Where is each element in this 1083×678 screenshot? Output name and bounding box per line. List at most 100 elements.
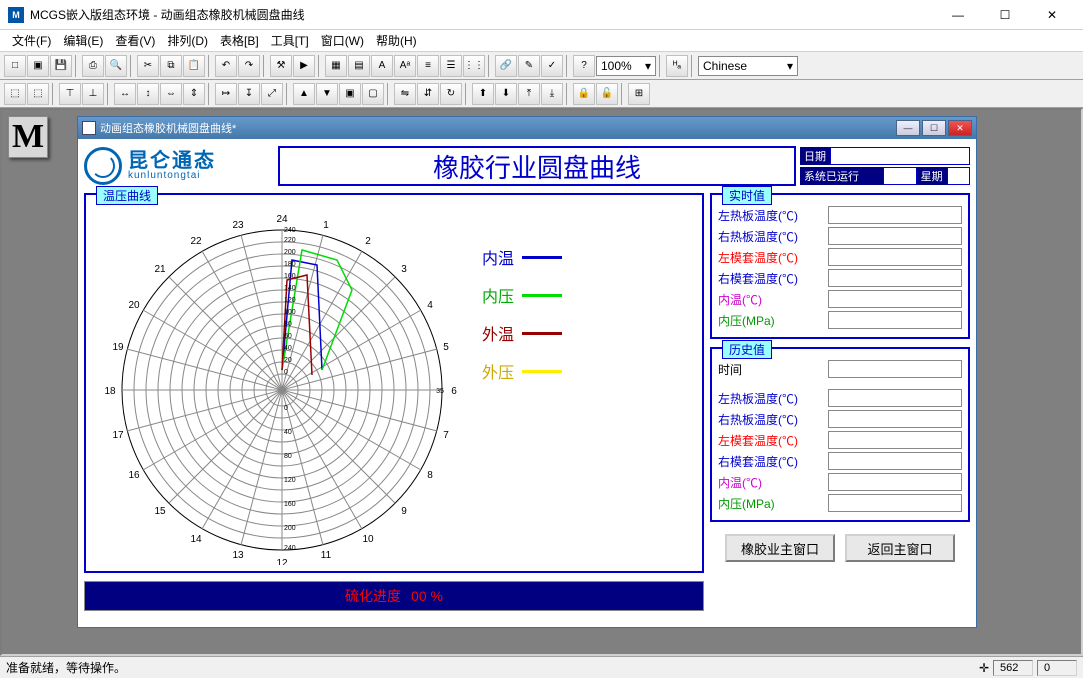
maximize-button[interactable]: ☐ (982, 1, 1028, 29)
hist-time-val[interactable] (828, 360, 962, 378)
svg-text:200: 200 (284, 525, 296, 532)
chart-legend: 内温 内压 外温 外压 (472, 205, 592, 565)
tool-open-icon[interactable]: ▣ (27, 55, 49, 77)
menu-window[interactable]: 窗口(W) (315, 32, 370, 49)
statusbar: 准备就绪，等待操作。 ✛ 562 0 (0, 656, 1083, 678)
layer-bottom-icon[interactable]: ⤓ (541, 83, 563, 105)
zoom-select[interactable]: 100%▾ (596, 56, 656, 76)
runtime-value (883, 167, 917, 185)
svg-text:6: 6 (451, 386, 457, 397)
menu-edit[interactable]: 编辑(E) (57, 32, 109, 49)
rt-val-5 (828, 311, 962, 329)
close-button[interactable]: ✕ (1029, 1, 1075, 29)
svg-text:0: 0 (284, 369, 288, 376)
menu-arrange[interactable]: 排列(D) (161, 32, 214, 49)
svg-text:15: 15 (154, 506, 166, 517)
svg-text:20: 20 (284, 357, 292, 364)
align-left-icon[interactable]: ⬚ (4, 83, 26, 105)
legend-outer-temp: 外温 (482, 321, 514, 345)
rotate-icon[interactable]: ↻ (440, 83, 462, 105)
tool-align-icon[interactable]: ≡ (417, 55, 439, 77)
hist-val-1 (828, 410, 962, 428)
hist-val-4 (828, 473, 962, 491)
svg-text:23: 23 (232, 220, 244, 231)
legend-inner-temp: 内温 (482, 245, 514, 269)
center-h-icon[interactable]: ⇔ (160, 83, 182, 105)
tool-help-icon[interactable]: ? (573, 55, 595, 77)
tool-cut-icon[interactable]: ✂ (137, 55, 159, 77)
tool-copy-icon[interactable]: ⧉ (160, 55, 182, 77)
child-maximize-button[interactable]: ☐ (922, 120, 946, 136)
menu-table[interactable]: 表格[B] (214, 32, 265, 49)
child-close-button[interactable]: ✕ (948, 120, 972, 136)
svg-text:16: 16 (128, 470, 140, 481)
hist-label-1: 右热板温度(℃) (718, 411, 828, 428)
menu-help[interactable]: 帮助(H) (370, 32, 423, 49)
tool-list-icon[interactable]: ☰ (440, 55, 462, 77)
snap-grid-icon[interactable]: ⊞ (628, 83, 650, 105)
tool-new-icon[interactable]: □ (4, 55, 26, 77)
layer-top-icon[interactable]: ⤒ (518, 83, 540, 105)
realtime-groupbox: 实时值 左热板温度(℃) 右热板温度(℃) 左模套温度(℃) 右模套温度(℃) … (710, 193, 970, 339)
svg-text:60: 60 (284, 333, 292, 340)
tool-undo-icon[interactable]: ↶ (215, 55, 237, 77)
tool-find-icon[interactable]: 🔍 (105, 55, 127, 77)
bring-front-icon[interactable]: ▲ (293, 83, 315, 105)
tool-config-icon[interactable]: ⚒ (270, 55, 292, 77)
tool-text-icon[interactable]: A (371, 55, 393, 77)
child-minimize-button[interactable]: — (896, 120, 920, 136)
tool-paste-icon[interactable]: 📋 (183, 55, 205, 77)
distribute-v-icon[interactable]: ↕ (137, 83, 159, 105)
tool-font-icon[interactable]: Aᵃ (394, 55, 416, 77)
send-back-icon[interactable]: ▼ (316, 83, 338, 105)
size-both-icon[interactable]: ⤢ (261, 83, 283, 105)
svg-text:4: 4 (427, 300, 433, 311)
minimize-button[interactable]: — (935, 1, 981, 29)
size-h-icon[interactable]: ↧ (238, 83, 260, 105)
svg-text:40: 40 (284, 345, 292, 352)
child-icon (82, 121, 96, 135)
layer-up-icon[interactable]: ⬆ (472, 83, 494, 105)
language-select[interactable]: Chinese▾ (698, 56, 798, 76)
tool-dots-icon[interactable]: ⋮⋮ (463, 55, 485, 77)
svg-text:21: 21 (154, 264, 166, 275)
tool-script-icon[interactable]: ✎ (518, 55, 540, 77)
toolbar-main: □ ▣ 💾 ⎙ 🔍 ✂ ⧉ 📋 ↶ ↷ ⚒ ▶ ▦ ▤ A Aᵃ ≡ ☰ ⋮⋮ … (0, 52, 1083, 80)
flip-v-icon[interactable]: ⇵ (417, 83, 439, 105)
tool-redo-icon[interactable]: ↷ (238, 55, 260, 77)
tool-lang-icon[interactable]: ᴴₐ (666, 55, 688, 77)
tool-run-icon[interactable]: ▶ (293, 55, 315, 77)
ungroup-icon[interactable]: ▢ (362, 83, 384, 105)
align-right-icon[interactable]: ⬚ (27, 83, 49, 105)
align-top-icon[interactable]: ⊤ (59, 83, 81, 105)
rubber-window-button[interactable]: 橡胶业主窗口 (725, 534, 835, 562)
return-main-button[interactable]: 返回主窗口 (845, 534, 955, 562)
child-titlebar[interactable]: 动画组态橡胶机械圆盘曲线* — ☐ ✕ (78, 117, 976, 139)
center-v-icon[interactable]: ⇕ (183, 83, 205, 105)
tool-link-icon[interactable]: 🔗 (495, 55, 517, 77)
tool-save-icon[interactable]: 💾 (50, 55, 72, 77)
svg-text:17: 17 (112, 430, 124, 441)
logo-swirl-icon (84, 147, 122, 185)
legend-inner-press: 内压 (482, 283, 514, 307)
toolbar-layout: ⬚ ⬚ ⊤ ⊥ ↔ ↕ ⇔ ⇕ ↦ ↧ ⤢ ▲ ▼ ▣ ▢ ⇋ ⇵ ↻ ⬆ ⬇ … (0, 80, 1083, 108)
tool-grid-icon[interactable]: ▤ (348, 55, 370, 77)
unlock-icon[interactable]: 🔓 (596, 83, 618, 105)
svg-text:80: 80 (284, 321, 292, 328)
menu-view[interactable]: 查看(V) (109, 32, 161, 49)
tool-print-icon[interactable]: ⎙ (82, 55, 104, 77)
align-bottom-icon[interactable]: ⊥ (82, 83, 104, 105)
group-icon[interactable]: ▣ (339, 83, 361, 105)
flip-h-icon[interactable]: ⇋ (394, 83, 416, 105)
distribute-h-icon[interactable]: ↔ (114, 83, 136, 105)
lock-icon[interactable]: 🔒 (573, 83, 595, 105)
tool-db-icon[interactable]: ▦ (325, 55, 347, 77)
layer-down-icon[interactable]: ⬇ (495, 83, 517, 105)
size-w-icon[interactable]: ↦ (215, 83, 237, 105)
menu-tool[interactable]: 工具[T] (265, 32, 315, 49)
hist-time-label: 时间 (718, 361, 828, 378)
svg-text:13: 13 (232, 550, 244, 561)
svg-text:220: 220 (284, 237, 296, 244)
menu-file[interactable]: 文件(F) (6, 32, 57, 49)
tool-check-icon[interactable]: ✓ (541, 55, 563, 77)
